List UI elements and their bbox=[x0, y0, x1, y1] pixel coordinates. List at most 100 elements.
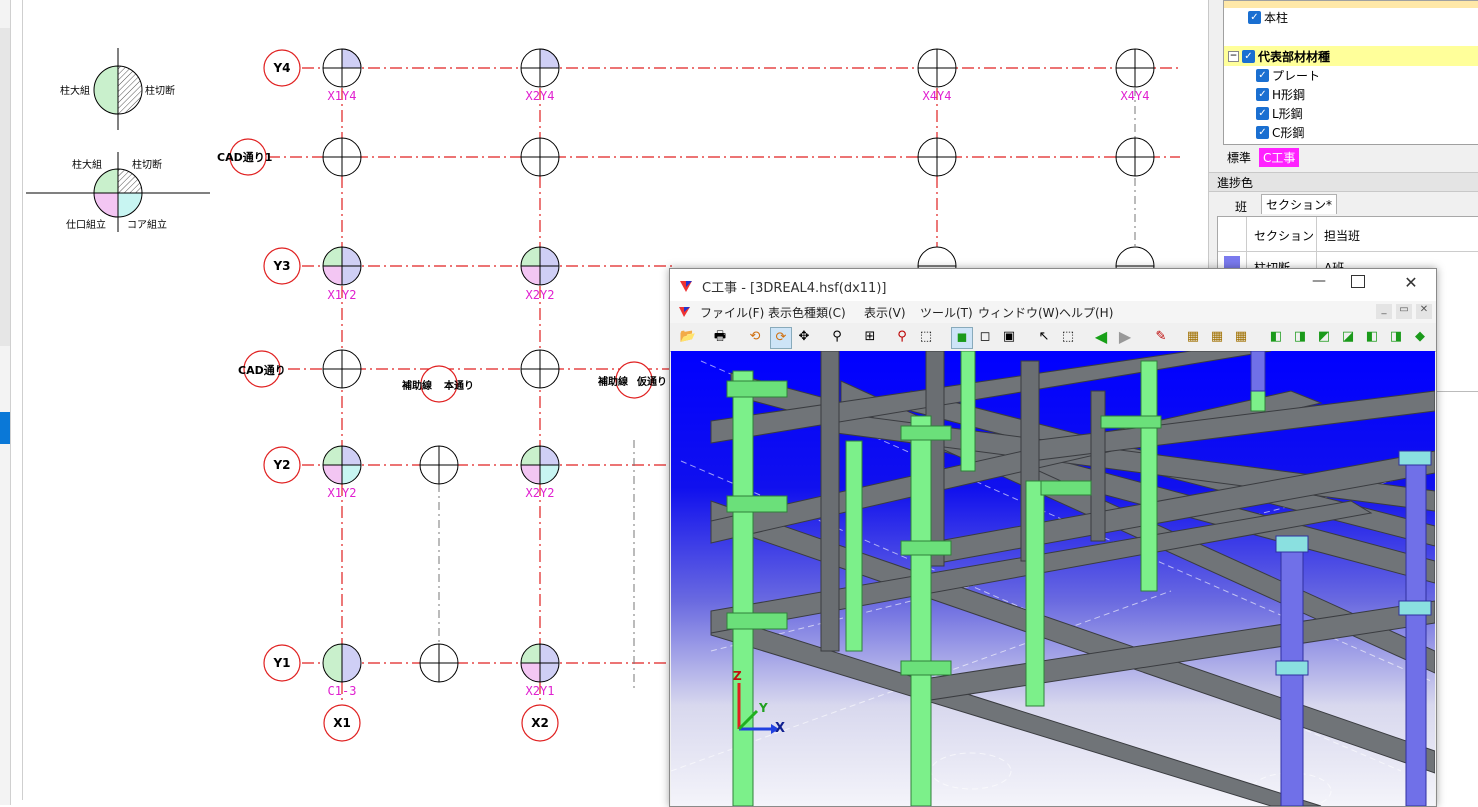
toolbar: 📂 🖶 ⟲ ⟳ ✥ ⚲ ⊞ ⚲ ⬚ ◼ ◻ ▣ ↖ ⬚ ◀ ▶ ✎ ▦ ▦ ▦ … bbox=[670, 323, 1436, 352]
legend-a-left: 柱大組 bbox=[60, 86, 90, 97]
mdi-minimize-icon[interactable]: _ bbox=[1376, 304, 1392, 319]
tree-item[interactable]: ✓ C形鋼 bbox=[1256, 123, 1304, 142]
menu-view[interactable]: 表示(V) bbox=[864, 304, 906, 321]
checkbox-icon[interactable]: ✓ bbox=[1256, 107, 1269, 120]
tab-c-work[interactable]: C工事 bbox=[1259, 148, 1300, 167]
node-label: C1-3 bbox=[327, 684, 357, 698]
axis-x-label: X bbox=[775, 721, 786, 736]
menu-file[interactable]: ファイル(F) bbox=[700, 304, 764, 321]
axis-z-label: Z bbox=[733, 669, 742, 683]
legend-symbol-a bbox=[93, 48, 143, 130]
node-label: X2Y2 bbox=[525, 288, 555, 302]
node-label: X2Y2 bbox=[525, 486, 555, 500]
node-label: X1Y2 bbox=[327, 486, 357, 500]
node-label: X4Y4 bbox=[922, 89, 952, 103]
title-bar[interactable]: C工事 - [3DREAL4.hsf(dx11)] — ✕ bbox=[670, 269, 1436, 301]
select-icon[interactable]: ↖ bbox=[1034, 327, 1054, 347]
tree-item[interactable]: ✓ 本柱 bbox=[1248, 8, 1288, 27]
measure-icon[interactable]: ✎ bbox=[1151, 327, 1171, 347]
legend-b-tr: 柱切断 bbox=[132, 160, 162, 171]
view-iso-icon[interactable]: ◧ bbox=[1266, 327, 1286, 347]
tree-item[interactable]: ✓ プレート bbox=[1256, 66, 1320, 85]
pan-icon[interactable]: ✥ bbox=[794, 327, 814, 347]
grid-label-x1: X1 bbox=[333, 716, 351, 730]
app-small-icon bbox=[678, 305, 691, 318]
hidden-view-icon[interactable]: ▣ bbox=[999, 327, 1019, 347]
tab-standard[interactable]: 標準 bbox=[1223, 148, 1255, 167]
menu-bar: ファイル(F) 表示色種類(C) 表示(V) ツール(T) ウィンドウ(W) ヘ… bbox=[670, 301, 1436, 323]
grid-label-cad: CAD通り bbox=[238, 364, 286, 377]
grid-label-y2: Y2 bbox=[273, 458, 291, 472]
axis-y-label: Y bbox=[759, 701, 768, 715]
legend-b-tl: 柱大組 bbox=[72, 160, 102, 171]
grid-label-aux2a: 補助線 bbox=[598, 377, 628, 388]
tab-team[interactable]: 班 bbox=[1231, 197, 1251, 216]
table-header-section: セクション bbox=[1254, 229, 1315, 243]
mdi-restore-icon[interactable]: ▭ bbox=[1396, 304, 1412, 319]
menu-window[interactable]: ウィンドウ(W) bbox=[978, 304, 1059, 321]
tree-header-strip bbox=[1224, 1, 1478, 8]
view-right-icon[interactable]: ◧ bbox=[1362, 327, 1382, 347]
table-icon-1[interactable]: ▦ bbox=[1183, 327, 1203, 347]
menu-display-color[interactable]: 表示色種類(C) bbox=[768, 304, 846, 321]
grid-label-aux1a: 補助線 bbox=[402, 381, 432, 392]
checkbox-icon[interactable]: ✓ bbox=[1256, 126, 1269, 139]
table-header-team: 担当班 bbox=[1324, 229, 1361, 243]
orbit-icon[interactable]: ⟳ bbox=[770, 327, 792, 349]
open-folder-icon[interactable]: 📂 bbox=[678, 327, 698, 347]
checkbox-icon[interactable]: ✓ bbox=[1256, 69, 1269, 82]
tree-item[interactable]: ✓ H形鋼 bbox=[1256, 85, 1305, 104]
checkbox-icon[interactable]: ✓ bbox=[1242, 50, 1255, 63]
mdi-close-icon[interactable]: ✕ bbox=[1416, 304, 1432, 319]
legend-b-br: コア組立 bbox=[127, 220, 167, 231]
close-icon[interactable]: ✕ bbox=[1400, 273, 1422, 297]
tree-item[interactable]: ✓ L形鋼 bbox=[1256, 104, 1303, 123]
grid-label-y1: Y1 bbox=[273, 656, 291, 670]
menu-help[interactable]: ヘルプ(H) bbox=[1059, 304, 1113, 321]
viewer-window[interactable]: C工事 - [3DREAL4.hsf(dx11)] — ✕ ファイル(F) 表示… bbox=[669, 268, 1437, 807]
maximize-icon[interactable] bbox=[1351, 275, 1365, 288]
grid-icon[interactable]: ⊞ bbox=[860, 327, 880, 347]
tree-group[interactable]: − ✓ 代表部材材種 bbox=[1228, 47, 1330, 66]
node-label: X2Y1 bbox=[525, 684, 555, 698]
3d-viewport[interactable]: X Y Z bbox=[671, 351, 1435, 806]
minimize-icon[interactable]: — bbox=[1306, 273, 1332, 297]
view-back-icon[interactable]: ◩ bbox=[1314, 327, 1334, 347]
view-left-icon[interactable]: ◪ bbox=[1338, 327, 1358, 347]
legend-b-bl: 仕口組立 bbox=[66, 220, 106, 231]
table-icon-3[interactable]: ▦ bbox=[1231, 327, 1251, 347]
layer-tree[interactable]: ✓ 本柱 − ✓ 代表部材材種 ✓ プレート ✓ H形鋼 ✓ L形鋼 ✓ C形鋼 bbox=[1223, 0, 1478, 145]
view-front-icon[interactable]: ◨ bbox=[1290, 327, 1310, 347]
node-label: X1Y4 bbox=[327, 89, 357, 103]
grid-label-aux1b: 本通り bbox=[444, 381, 474, 392]
forward-arrow-icon[interactable]: ▶ bbox=[1115, 327, 1135, 347]
node-label: X1Y2 bbox=[327, 288, 357, 302]
zoom-window-icon[interactable]: ⬚ bbox=[916, 327, 936, 347]
walk-icon[interactable]: ⚲ bbox=[827, 327, 847, 347]
checkbox-icon[interactable]: ✓ bbox=[1256, 88, 1269, 101]
table-icon-2[interactable]: ▦ bbox=[1207, 327, 1227, 347]
legend-symbol-b bbox=[26, 152, 210, 232]
progress-color-header: 進捗色 bbox=[1209, 172, 1478, 192]
view-top-icon[interactable]: ◨ bbox=[1386, 327, 1406, 347]
wire-view-icon[interactable]: ◻ bbox=[975, 327, 995, 347]
tab-section[interactable]: セクション* bbox=[1261, 194, 1338, 214]
legend-a-right: 柱切断 bbox=[145, 86, 175, 97]
print-icon[interactable]: 🖶 bbox=[710, 327, 730, 347]
grid-label-y3: Y3 bbox=[273, 259, 291, 273]
back-arrow-icon[interactable]: ◀ bbox=[1091, 327, 1111, 347]
grid-label-circles bbox=[229, 49, 653, 742]
zoom-icon[interactable]: ⚲ bbox=[892, 327, 912, 347]
solid-view-icon[interactable]: ◼ bbox=[951, 327, 973, 349]
app-icon bbox=[679, 278, 693, 292]
grid-label-x2: X2 bbox=[531, 716, 549, 730]
rotate-icon[interactable]: ⟲ bbox=[745, 327, 765, 347]
select-window-icon[interactable]: ⬚ bbox=[1058, 327, 1078, 347]
node-label: X2Y4 bbox=[525, 89, 555, 103]
window-title: C工事 - [3DREAL4.hsf(dx11)] bbox=[702, 281, 887, 296]
menu-tools[interactable]: ツール(T) bbox=[920, 304, 973, 321]
checkbox-icon[interactable]: ✓ bbox=[1248, 11, 1261, 24]
grid-label-cad1: CAD通り1 bbox=[217, 151, 273, 164]
view-bottom-icon[interactable]: ◆ bbox=[1410, 327, 1430, 347]
collapse-icon[interactable]: − bbox=[1228, 51, 1239, 62]
